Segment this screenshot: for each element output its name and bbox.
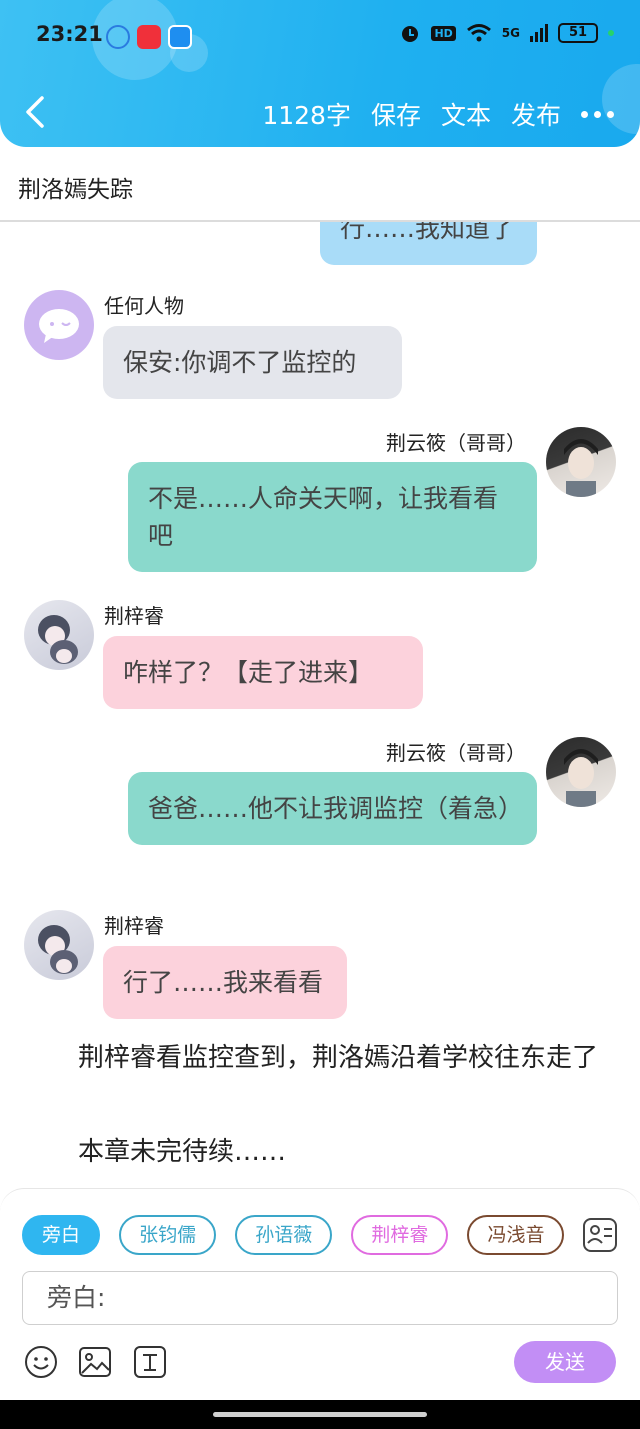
speaker-name: 荆云筱（哥哥） — [386, 431, 526, 455]
alarm-icon — [402, 26, 419, 42]
avatar-jing-zirui[interactable] — [24, 910, 94, 980]
composer-panel: 旁白 张钧儒 孙语薇 荆梓睿 冯浅音 任 旁白: 发送 — [0, 1188, 640, 1400]
send-button[interactable]: 发送 — [514, 1341, 616, 1383]
label-icon[interactable] — [133, 1345, 167, 1379]
red-app-icon — [137, 25, 161, 49]
system-nav-bar — [0, 1400, 640, 1429]
chip-narrator[interactable]: 旁白 — [22, 1215, 101, 1255]
word-count: 1128字 — [262, 101, 351, 130]
battery-indicator: 51 — [558, 23, 598, 43]
message-input[interactable]: 旁白: — [22, 1271, 618, 1325]
blue-app-icon — [168, 25, 192, 49]
wifi-icon — [466, 24, 491, 42]
chip-character[interactable]: 冯浅音 — [467, 1215, 565, 1255]
privacy-dot — [608, 30, 614, 36]
speaker-name: 荆云筱（哥哥） — [386, 741, 526, 765]
text-button[interactable]: 文本 — [441, 96, 491, 132]
narration-paragraph[interactable]: 荆梓睿看监控查到，荆洛嫣沿着学校往东走了 — [28, 1040, 608, 1077]
avatar-jing-zirui[interactable] — [24, 600, 94, 670]
avatar-jing-yunxiao[interactable] — [546, 427, 616, 497]
headset-app-icon — [106, 25, 130, 49]
chip-character[interactable]: 荆梓睿 — [351, 1215, 449, 1255]
message-bubble[interactable]: 行……我知道了 — [320, 222, 537, 265]
character-list-icon[interactable] — [582, 1217, 618, 1253]
header-actions: 1128字 保存 文本 发布 — [242, 96, 614, 132]
image-icon[interactable] — [78, 1345, 112, 1379]
emoji-icon[interactable] — [24, 1345, 58, 1379]
speaker-name: 荆梓睿 — [104, 604, 164, 628]
app-header: 23:21 HD 5G 51 1128字 保存 文本 发布 — [0, 0, 640, 147]
chapter-title[interactable]: 荆洛嫣失踪 — [18, 170, 133, 204]
status-indicators: HD 5G 51 — [399, 22, 614, 44]
avatar-any-character[interactable] — [24, 290, 94, 360]
chat-area[interactable]: 行……我知道了 任何人物 保安:你调不了监控的 荆云筱（哥哥） 不是……人命关天… — [0, 222, 640, 1188]
home-indicator[interactable] — [213, 1412, 427, 1417]
chip-character[interactable]: 孙语薇 — [235, 1215, 333, 1255]
avatar-jing-yunxiao[interactable] — [546, 737, 616, 807]
message-bubble[interactable]: 保安:你调不了监控的 — [103, 326, 402, 399]
message-bubble[interactable]: 行了……我来看看 — [103, 946, 347, 1019]
narration-paragraph[interactable]: 本章未完待续…… — [28, 1134, 608, 1171]
publish-button[interactable]: 发布 — [511, 96, 561, 132]
save-button[interactable]: 保存 — [371, 96, 421, 132]
speaker-name: 荆梓睿 — [104, 914, 164, 938]
message-bubble[interactable]: 爸爸……他不让我调监控（着急） — [128, 772, 537, 845]
back-arrow-icon[interactable] — [18, 92, 54, 132]
message-bubble[interactable]: 不是……人命关天啊，让我看看吧 — [128, 462, 537, 572]
chip-character[interactable]: 张钧儒 — [119, 1215, 217, 1255]
status-time: 23:21 — [36, 22, 103, 46]
signal-bars-icon — [530, 24, 548, 42]
character-chip-bar[interactable]: 旁白 张钧儒 孙语薇 荆梓睿 冯浅音 任 — [22, 1215, 570, 1257]
speaker-name: 任何人物 — [104, 294, 184, 318]
hd-badge: HD — [431, 25, 456, 41]
message-bubble[interactable]: 咋样了？【走了进来】 — [103, 636, 423, 709]
more-icon[interactable] — [581, 110, 614, 118]
signal-label: 5G — [501, 26, 520, 40]
